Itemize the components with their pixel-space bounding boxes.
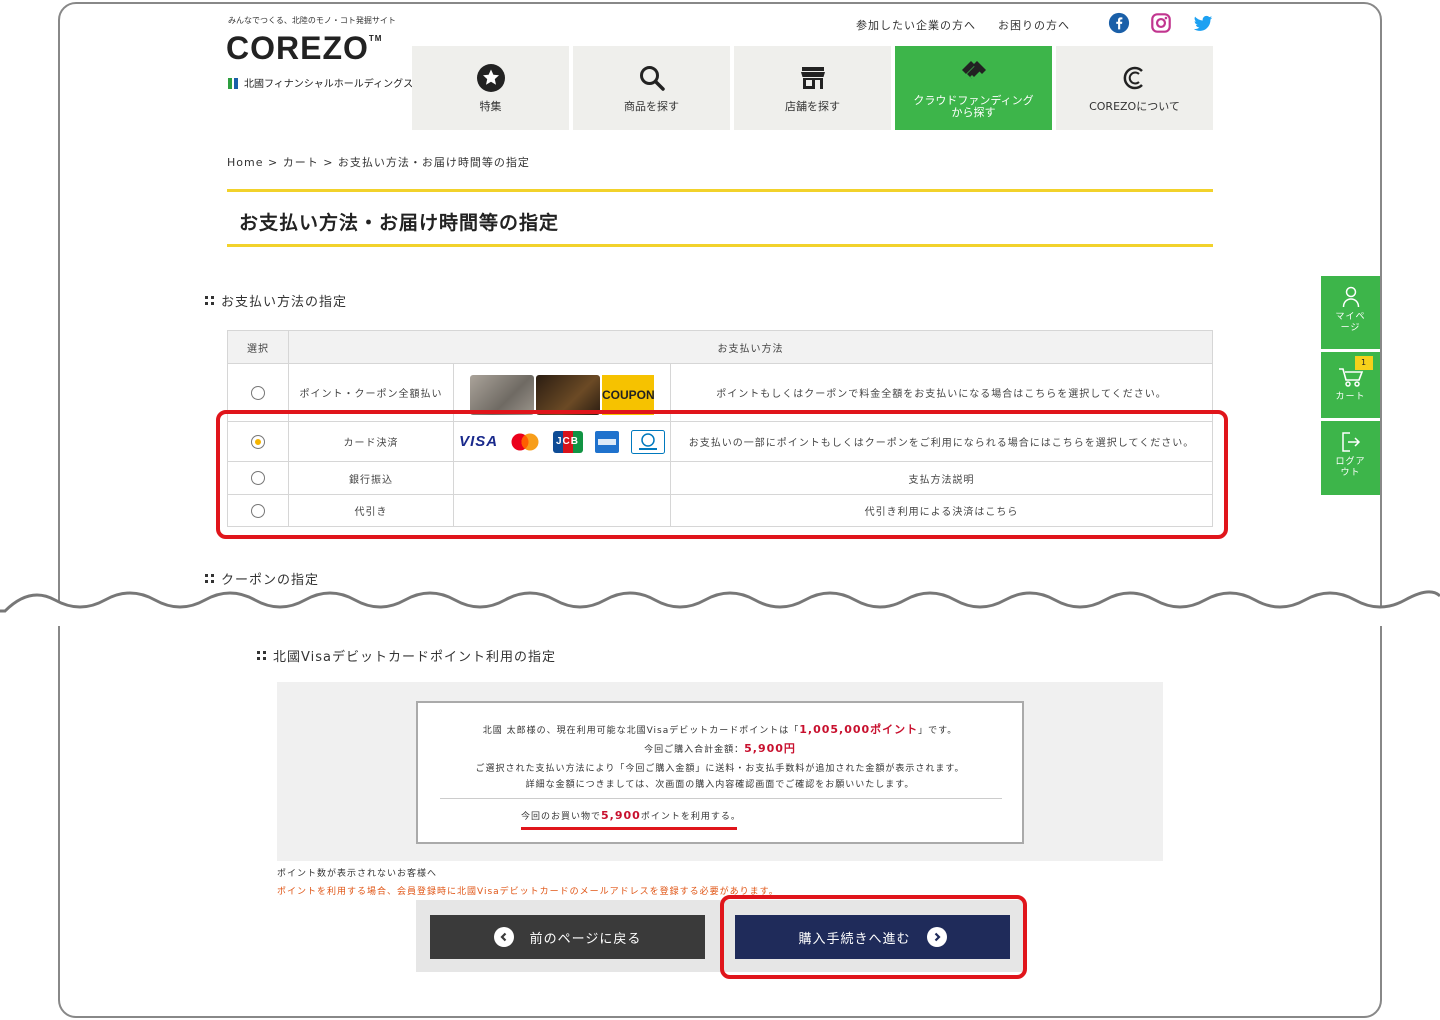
user-icon xyxy=(1342,286,1359,308)
nav-about[interactable]: COREZOについて xyxy=(1056,46,1213,130)
nav-crowdfunding[interactable]: クラウドファンディング から探す xyxy=(895,46,1052,130)
highlight-payment-rows xyxy=(216,410,1228,539)
nav-search-products[interactable]: 商品を探す xyxy=(573,46,730,130)
side-mypage[interactable]: マイペ ージ xyxy=(1321,276,1380,349)
points-area: 北國 太郎様の、現在利用可能な北國Visaデビットカードポイントは「1,005,… xyxy=(277,682,1163,861)
hokkoku-mark-icon xyxy=(228,77,240,89)
top-links: 参加したい企業の方へ お困りの方へ xyxy=(856,17,1070,33)
divider xyxy=(440,798,1002,799)
bullet-dots-icon xyxy=(205,573,215,584)
chevron-left-icon xyxy=(493,927,514,947)
bullet-dots-icon xyxy=(257,650,267,661)
side-cart[interactable]: 1 カート xyxy=(1321,352,1380,418)
page-title: お支払い方法・お届け時間等の指定 xyxy=(239,212,560,234)
points-section-title: 北國Visaデビットカードポイント利用の指定 xyxy=(257,646,556,665)
subbrand: 北國フィナンシャルホールディングス xyxy=(228,75,413,90)
points-help-title: ポイント数が表示されないお客様へ xyxy=(277,869,438,879)
cart-count-badge: 1 xyxy=(1355,356,1373,370)
points-available: 北國 太郎様の、現在利用可能な北國Visaデビットカードポイントは「1,005,… xyxy=(482,723,958,736)
link-help[interactable]: お困りの方へ xyxy=(998,17,1070,33)
purchase-total: 今回ご購入合計金額：5,900円 xyxy=(644,742,796,755)
store-icon xyxy=(800,67,825,89)
use-points-option[interactable]: 今回のお買い物で5,900ポイントを利用する。 xyxy=(521,809,741,822)
link-join-company[interactable]: 参加したい企業の方へ xyxy=(856,17,976,33)
instagram-icon[interactable] xyxy=(1150,12,1172,34)
main-nav: 特集 商品を探す 店舗を探す クラウドファンディング から探す COREZOにつ… xyxy=(412,46,1213,130)
radio-points-full[interactable] xyxy=(251,385,265,400)
points-note-2: 詳細な金額につきましては、次画面の購入内容確認画面でご確認をお願いいたします。 xyxy=(525,780,915,790)
points-note-1: ご選択された支払い方法により「今回ご購入金額」に送料・お支払手数料が追加された金… xyxy=(475,764,965,774)
logout-icon xyxy=(1341,432,1360,452)
title-box: お支払い方法・お届け時間等の指定 xyxy=(227,189,1213,247)
col-method: お支払い方法 xyxy=(288,330,1213,364)
highlight-proceed-button xyxy=(720,895,1027,979)
nav-search-stores[interactable]: 店舗を探す xyxy=(734,46,891,130)
points-box: 北國 太郎様の、現在利用可能な北國Visaデビットカードポイントは「1,005,… xyxy=(416,701,1024,844)
star-icon xyxy=(476,64,505,92)
col-select: 選択 xyxy=(227,330,289,364)
payment-section-title: お支払い方法の指定 xyxy=(205,291,347,310)
coupon-image: COUPON xyxy=(602,374,655,415)
side-logout[interactable]: ログア ウト xyxy=(1321,421,1380,495)
bullet-dots-icon xyxy=(205,295,215,306)
wave-divider xyxy=(0,590,1440,626)
corezo-c-icon xyxy=(1123,66,1143,90)
search-icon xyxy=(639,66,665,91)
points-help-text: ポイントを利用する場合、会員登録時に北國Visaデビットカードのメールアドレスを… xyxy=(277,887,779,897)
nav-feature[interactable]: 特集 xyxy=(412,46,569,130)
breadcrumb: Home > カート > お支払い方法・お届け時間等の指定 xyxy=(227,156,530,169)
facebook-icon[interactable] xyxy=(1108,12,1130,34)
corezo-logo[interactable]: COREZOTM xyxy=(226,30,382,67)
silver-card-image xyxy=(470,374,534,415)
twitter-icon[interactable] xyxy=(1192,12,1214,34)
handshake-icon xyxy=(961,61,986,80)
gold-card-image xyxy=(536,374,600,415)
highlight-underline xyxy=(521,827,737,830)
back-button[interactable]: 前のページに戻る xyxy=(430,915,705,959)
tagline: みんなでつくる、北陸のモノ・コト発掘サイト xyxy=(228,16,396,25)
